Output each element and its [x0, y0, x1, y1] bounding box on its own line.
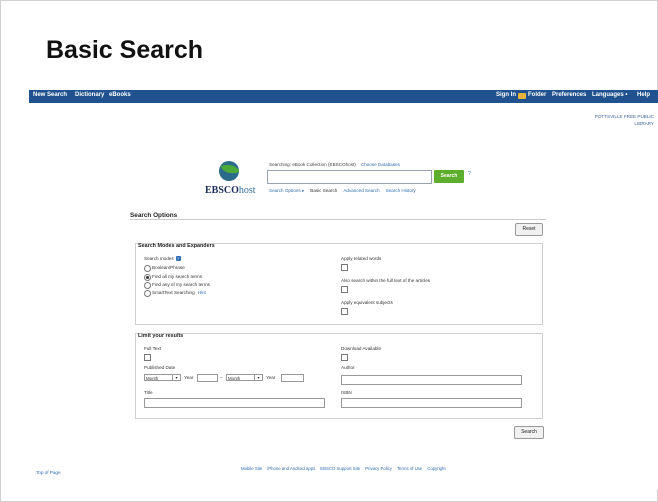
year-to-input[interactable] [281, 374, 304, 382]
choose-databases-link[interactable]: Choose Databases [361, 162, 400, 167]
apps-link[interactable]: iPhone and Android apps [267, 466, 315, 471]
slide: Basic Search New Search Dictionary eBook… [0, 0, 658, 502]
library-name: POTTSVILLE FREE PUBLIC LIBRARY [594, 114, 654, 126]
support-site-link[interactable]: EBSCO Support Site [320, 466, 360, 471]
isbn-input[interactable] [341, 398, 522, 408]
search-input[interactable] [267, 170, 432, 184]
radio-find-any[interactable] [144, 282, 151, 289]
year-from-label: Year [184, 375, 194, 380]
ebooks-link[interactable]: eBooks [109, 92, 131, 98]
folder-link[interactable]: Folder [528, 92, 546, 98]
year-to-label: Year [266, 375, 276, 380]
options-search-button[interactable]: Search [514, 426, 544, 439]
search-modes-heading: Search Modes and Expanders [138, 243, 215, 249]
full-text-search-label: Also search within the full text of the … [341, 278, 431, 283]
help-link[interactable]: Help [637, 92, 650, 98]
search-options-link[interactable]: Search Options ▸ [269, 188, 304, 193]
folder-icon [518, 93, 526, 99]
search-sublinks: Search Options ▸ Basic Search Advanced Sea… [269, 188, 422, 194]
download-available-checkbox[interactable] [341, 354, 348, 361]
preferences-link[interactable]: Preferences [552, 92, 586, 98]
smarttext-hint-link[interactable]: Hint [198, 290, 206, 295]
author-input[interactable] [341, 375, 522, 385]
chevron-down-icon: ▼ [254, 375, 262, 381]
search-modes-help-icon[interactable]: ? [175, 256, 181, 261]
mobile-site-link[interactable]: Mobile Site [241, 466, 262, 471]
author-label: Author [341, 365, 355, 370]
search-modes-panel: Search Modes and Expanders Search modes?… [135, 243, 543, 325]
search-button[interactable]: Search [434, 170, 464, 183]
download-available-label: Download Available [341, 346, 382, 351]
full-text-search-checkbox[interactable] [341, 286, 348, 293]
search-history-link[interactable]: Search History [386, 188, 416, 193]
ebsco-screenshot: New Search Dictionary eBooks Sign In Fol… [29, 90, 658, 490]
footer-links: Mobile Site iPhone and Android apps EBSCO … [241, 466, 451, 471]
new-search-link[interactable]: New Search [33, 92, 67, 98]
title-label: Title [144, 390, 153, 395]
radio-find-all[interactable] [144, 274, 151, 281]
related-words-label: Apply related words [341, 256, 382, 261]
advanced-search-link[interactable]: Advanced Search [343, 188, 379, 193]
search-options-heading: Search Options [130, 212, 178, 219]
title-input[interactable] [144, 398, 325, 408]
date-range-dash: – [220, 375, 223, 380]
year-from-input[interactable] [197, 374, 218, 382]
radio-smarttext-label: SmartText Searching Hint [152, 290, 206, 295]
chevron-down-icon: ▼ [172, 375, 180, 381]
terms-of-use-link[interactable]: Terms of Use [397, 466, 422, 471]
radio-boolean-phrase[interactable] [144, 265, 151, 272]
limit-results-panel: Limit your results Full Text Download Av… [135, 333, 543, 419]
isbn-label: ISBN [341, 390, 352, 395]
search-help-icon[interactable]: ? [468, 171, 471, 177]
top-of-page-link[interactable]: Top of Page [36, 470, 61, 475]
search-modes-label: Search modes? [144, 256, 181, 261]
search-options-divider [130, 219, 546, 220]
month-to-select[interactable]: Month ▼ [226, 374, 263, 381]
dictionary-link[interactable]: Dictionary [75, 92, 104, 98]
searching-label: Searching: eBook Collection (EBSCOhost) [269, 162, 356, 167]
equivalent-subjects-checkbox[interactable] [341, 308, 348, 315]
published-date-label: Published Date [144, 365, 176, 370]
privacy-policy-link[interactable]: Privacy Policy [365, 466, 392, 471]
sign-in-link[interactable]: Sign In [496, 92, 516, 98]
top-toolbar: New Search Dictionary eBooks Sign In Fol… [29, 90, 658, 103]
basic-search-link[interactable]: Basic Search [310, 188, 337, 193]
reset-button[interactable]: Reset [515, 223, 543, 236]
month-from-select[interactable]: Month ▼ [144, 374, 181, 381]
ebsco-logo-icon [219, 161, 239, 181]
related-words-checkbox[interactable] [341, 264, 348, 271]
limit-results-heading: Limit your results [138, 333, 184, 339]
slide-title: Basic Search [46, 36, 204, 64]
equivalent-subjects-label: Apply equivalent subjects [341, 300, 393, 305]
radio-boolean-phrase-label: Boolean/Phrase [152, 265, 185, 270]
full-text-checkbox[interactable] [144, 354, 151, 361]
radio-smarttext[interactable] [144, 290, 151, 297]
radio-find-all-label: Find all my search terms [152, 274, 203, 279]
copyright-link[interactable]: Copyright [427, 466, 445, 471]
searching-line: Searching: eBook Collection (EBSCOhost) C… [269, 162, 400, 167]
full-text-label: Full Text [144, 346, 162, 351]
languages-menu[interactable]: Languages • [592, 92, 627, 98]
radio-find-any-label: Find any of my search terms [152, 282, 210, 287]
ebsco-logo-text: EBSCOhost [205, 185, 256, 196]
